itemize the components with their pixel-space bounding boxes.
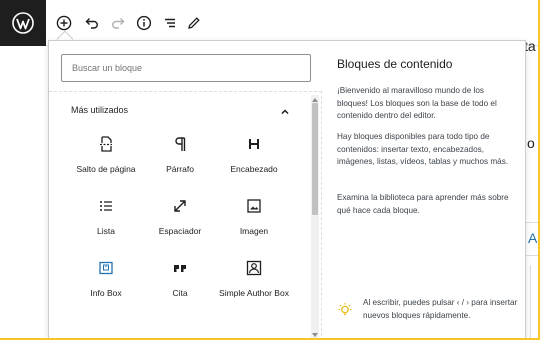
scroll-down-arrow-icon[interactable] (311, 331, 319, 338)
info-box-icon (94, 256, 118, 280)
list-view-icon (165, 18, 175, 28)
tip-text: Al escribir, puedes pulsar ‹ / › para in… (363, 298, 518, 320)
scroll-up-arrow-icon[interactable] (311, 95, 319, 103)
wordpress-logo-button[interactable] (0, 0, 46, 46)
block-library: Más utilizados Salto de página Párrafo E… (49, 91, 322, 338)
image-icon (242, 194, 266, 218)
help-title: Bloques de contenido (337, 57, 453, 71)
outline-button[interactable] (158, 11, 182, 35)
block-search-input[interactable] (61, 54, 311, 82)
block-item-info-box[interactable]: Info Box (67, 252, 145, 312)
block-label: Salto de página (76, 164, 136, 174)
block-item-list[interactable]: Lista (67, 190, 145, 250)
tools-button[interactable] (182, 11, 206, 35)
help-paragraph: Examina la biblioteca para aprender más … (337, 193, 509, 215)
plus-circle-icon (56, 15, 72, 31)
block-item-image[interactable]: Imagen (215, 190, 293, 250)
block-label: Cita (172, 288, 188, 298)
background-divider (530, 265, 531, 338)
page-break-icon (94, 132, 118, 156)
block-label: Encabezado (230, 164, 278, 174)
details-button[interactable] (132, 11, 156, 35)
help-paragraph: Hay bloques disponibles para todo tipo d… (337, 132, 509, 166)
block-item-page-break[interactable]: Salto de página (67, 128, 145, 188)
block-item-quote[interactable]: Cita (141, 252, 219, 312)
undo-button[interactable] (80, 11, 104, 35)
background-divider (526, 255, 538, 256)
quote-icon (168, 256, 192, 280)
help-paragraph: ¡Bienvenido al maravilloso mundo de los … (337, 86, 497, 120)
wordpress-logo-icon (12, 12, 34, 34)
block-editor: ta o A Más utilizados (0, 0, 538, 338)
collapse-section-button[interactable] (278, 105, 292, 119)
background-text: o (527, 135, 535, 151)
block-help-panel: Bloques de contenido ¡Bienvenido al mara… (323, 41, 527, 338)
block-item-spacer[interactable]: Espaciador (141, 190, 219, 250)
most-used-header[interactable]: Más utilizados (71, 105, 291, 119)
list-icon (94, 194, 118, 218)
background-divider (526, 222, 538, 223)
block-label: Info Box (90, 288, 122, 298)
undo-icon (85, 18, 98, 29)
block-label: Párrafo (166, 164, 194, 174)
paragraph-icon (168, 132, 192, 156)
section-title: Más utilizados (71, 105, 129, 115)
redo-icon (112, 18, 125, 29)
scrollbar-thumb[interactable] (312, 103, 318, 215)
block-item-simple-author-box[interactable]: Simple Author Box (215, 252, 293, 312)
background-text: A (528, 230, 538, 246)
chevron-up-icon (281, 109, 289, 115)
info-icon (136, 15, 152, 31)
heading-icon (242, 132, 266, 156)
pencil-icon (188, 17, 200, 29)
author-box-icon (242, 256, 266, 280)
block-inserter-popover: Más utilizados Salto de página (48, 40, 526, 338)
block-label: Imagen (239, 226, 269, 236)
redo-button[interactable] (106, 11, 130, 35)
block-label: Simple Author Box (219, 288, 289, 298)
block-label: Lista (97, 226, 115, 236)
block-label: Espaciador (158, 226, 202, 236)
block-item-paragraph[interactable]: Párrafo (141, 128, 219, 188)
block-list-scrollbar[interactable] (311, 95, 319, 338)
lightbulb-icon (337, 301, 353, 317)
spacer-icon (168, 194, 192, 218)
block-item-heading[interactable]: Encabezado (215, 128, 293, 188)
